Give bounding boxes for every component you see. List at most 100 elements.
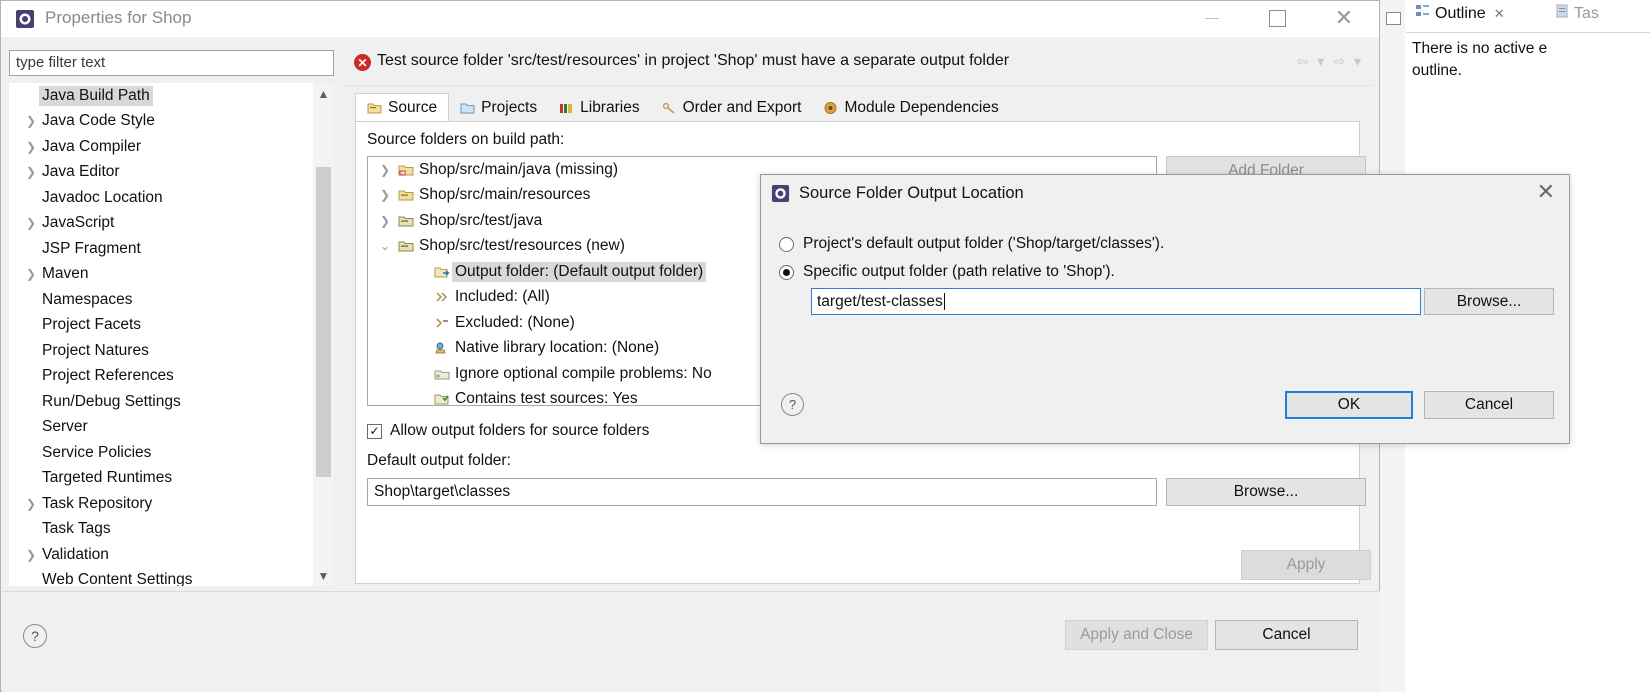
dropdown-triangle-icon[interactable]: ▾ [1317,53,1324,70]
close-button[interactable]: ✕ [1321,1,1367,35]
chevron-down-icon[interactable]: ⌄ [374,239,396,253]
sidebar-item-project-references[interactable]: Project References [9,364,334,390]
maximize-button[interactable] [1254,1,1300,35]
scrollbar-thumb[interactable] [316,167,331,477]
close-icon[interactable]: ✕ [1537,181,1555,203]
sidebar-item-label: Java Build Path [39,85,153,106]
sidebar-item-validation[interactable]: ❯ Validation [9,542,334,568]
dropdown-triangle-icon-2[interactable]: ▾ [1354,53,1361,70]
sidebar-item-label: Task Repository [42,494,153,512]
sidebar-item-label: Namespaces [42,290,133,308]
sidebar-item-label: Maven [42,265,89,283]
excluded-filter-icon [432,316,452,330]
sidebar-item-label: Java Code Style [42,112,155,130]
radio-default-output[interactable]: Project's default output folder ('Shop/t… [779,235,1164,253]
minimize-view-icon[interactable] [1386,12,1401,25]
tab-label: Libraries [580,98,640,116]
tab-module-dependencies[interactable]: Module Dependencies [812,93,1009,122]
sidebar-item-java-compiler[interactable]: ❯ Java Compiler [9,134,334,160]
sidebar-item-javadoc-location[interactable]: Javadoc Location [9,185,334,211]
sidebar-item-service-policies[interactable]: Service Policies [9,440,334,466]
allow-output-folders-checkbox[interactable]: ✓ Allow output folders for source folder… [367,422,649,440]
apply-button[interactable]: Apply [1241,550,1371,580]
default-output-folder-label: Default output folder: [367,452,511,469]
dialog-title: Source Folder Output Location [799,184,1024,202]
close-icon: ✕ [1334,5,1354,30]
sidebar-item-task-tags[interactable]: Task Tags [9,517,334,543]
search-input[interactable]: type filter text [9,50,334,76]
tab-order-and-export[interactable]: Order and Export [651,93,813,122]
sidebar-item-maven[interactable]: ❯ Maven [9,262,334,288]
svg-text:x: x [401,170,403,175]
radio-button-selected-icon [779,264,794,280]
sidebar-item-label: Run/Debug Settings [42,392,181,410]
tab-outline-label: Outline [1435,4,1486,22]
sidebar-item-label: JSP Fragment [42,239,141,257]
default-output-folder-input[interactable]: Shop\target\classes [367,478,1157,506]
eclipse-properties-icon [15,9,35,29]
source-tree-row-label: Shop/src/test/resources (new) [419,237,625,255]
outline-empty-message: There is no active e outline. [1412,38,1650,82]
output-folder-icon [432,265,452,279]
chevron-right-icon[interactable]: ❯ [23,267,39,281]
chevron-right-icon[interactable]: ❯ [23,548,39,562]
sidebar-item-project-natures[interactable]: Project Natures [9,338,334,364]
close-icon[interactable]: ✕ [1494,6,1505,22]
help-icon[interactable]: ? [23,624,47,648]
chevron-right-icon[interactable]: ❯ [374,163,396,177]
chevron-right-icon[interactable]: ❯ [23,165,39,179]
sidebar-item-targeted-runtimes[interactable]: Targeted Runtimes [9,466,334,492]
apply-and-close-button[interactable]: Apply and Close [1065,620,1208,650]
tab-label: Module Dependencies [844,98,999,116]
sidebar-item-web-content-settings[interactable]: Web Content Settings [9,568,334,586]
settings-tree-scrollbar[interactable]: ▲ ▼ [313,83,334,586]
sidebar-item-server[interactable]: Server [9,415,334,441]
sidebar-item-java-code-style[interactable]: ❯ Java Code Style [9,109,334,135]
dialog-cancel-button[interactable]: Cancel [1424,391,1554,419]
minimize-button[interactable] [1189,1,1235,35]
tab-task-list[interactable]: Tas [1556,4,1599,23]
chevron-right-icon[interactable]: ❯ [374,188,396,202]
chevron-right-icon[interactable]: ❯ [23,140,39,154]
settings-tree[interactable]: Java Build Path ❯ Java Code Style ❯ Java Com… [9,83,334,586]
chevron-right-icon[interactable]: ❯ [23,216,39,230]
sidebar-item-label: Javadoc Location [42,188,163,206]
sidebar-item-task-repository[interactable]: ❯ Task Repository [9,491,334,517]
ok-button[interactable]: OK [1285,391,1413,419]
tab-strip[interactable]: Source Projects Libraries Order and Export M… [355,93,1360,122]
source-tree-row-label: Native library location: (None) [455,339,660,357]
default-output-browse-button[interactable]: Browse... [1166,478,1366,506]
radio-specific-output[interactable]: Specific output folder (path relative to… [779,263,1115,281]
sidebar-item-run-debug-settings[interactable]: Run/Debug Settings [9,389,334,415]
output-path-input[interactable]: target/test-classes [811,288,1421,315]
chevron-right-icon[interactable]: ❯ [374,214,396,228]
forward-arrow-icon[interactable]: ⇨ [1333,53,1345,70]
window-title-bar: Properties for Shop ✕ [1,1,1379,37]
default-output-folder-value: Shop\target\classes [374,483,511,500]
tab-libraries[interactable]: Libraries [548,93,650,122]
back-arrow-icon[interactable]: ⇦ [1296,53,1308,70]
source-tree-row-label: Output folder: (Default output folder) [452,261,707,282]
libraries-icon [559,101,574,115]
error-icon: ✕ [354,54,371,71]
tab-task-list-label: Tas [1574,4,1599,22]
sidebar-item-project-facets[interactable]: Project Facets [9,313,334,339]
help-icon[interactable]: ? [781,393,804,416]
tab-source[interactable]: Source [355,93,450,122]
sidebar-item-javascript[interactable]: ❯ JavaScript [9,211,334,237]
sidebar-item-label: Project Facets [42,316,142,334]
chevron-right-icon[interactable]: ❯ [23,114,39,128]
dialog-title-bar: Source Folder Output Location ✕ [761,175,1569,213]
tab-projects[interactable]: Projects [449,93,548,122]
sidebar-item-namespaces[interactable]: Namespaces [9,287,334,313]
chevron-right-icon[interactable]: ❯ [23,497,39,511]
dialog-browse-button[interactable]: Browse... [1424,288,1554,315]
tab-outline[interactable]: Outline ✕ [1416,4,1505,23]
chevron-up-icon[interactable]: ▲ [313,83,334,104]
sidebar-item-java-build-path[interactable]: Java Build Path [9,83,334,109]
cancel-button[interactable]: Cancel [1215,620,1358,650]
checkbox-icon: ✓ [367,423,382,439]
sidebar-item-java-editor[interactable]: ❯ Java Editor [9,160,334,186]
chevron-down-icon[interactable]: ▼ [313,565,334,586]
sidebar-item-jsp-fragment[interactable]: JSP Fragment [9,236,334,262]
